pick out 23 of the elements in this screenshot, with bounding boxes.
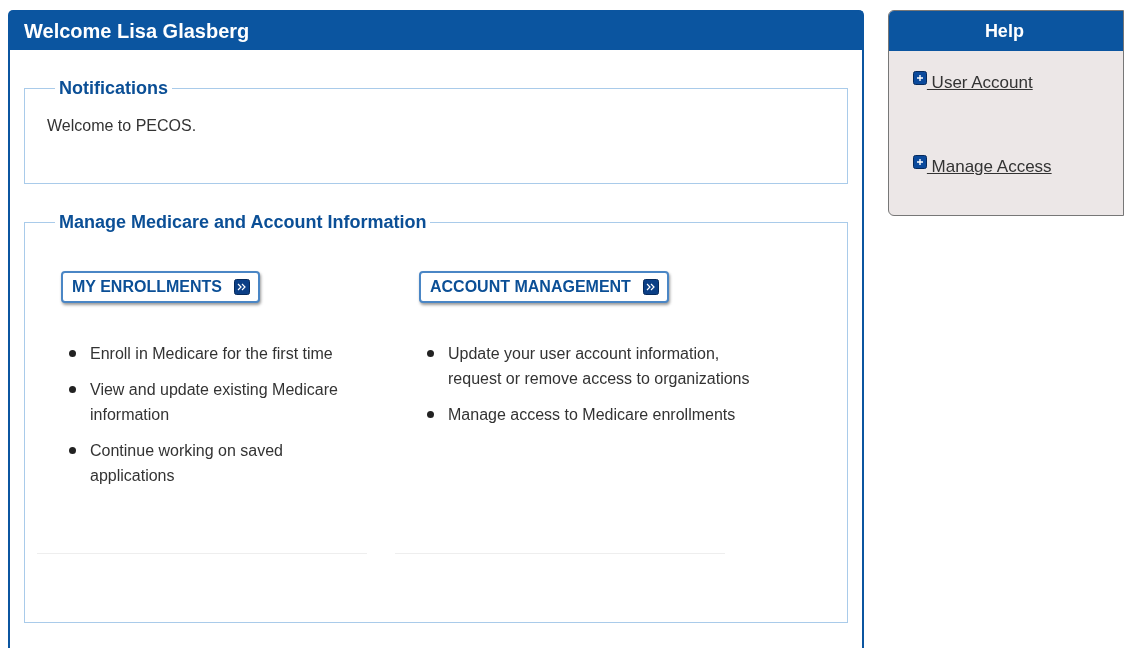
section-title: Notifications [59,78,168,98]
section-title: Manage Medicare and Account Information [59,212,427,232]
bullet-text: Enroll in Medicare for the first time [90,344,334,364]
double-chevron-icon [642,279,659,295]
section-button[interactable]: MY ENROLLMENTS [61,271,260,303]
bullet-text: Manage access to Medicare enrollments [448,405,737,425]
bullet-text: Continue working on saved applications [90,441,284,486]
panel-title: Help [888,11,1123,51]
bullet-icon [427,350,434,357]
notification-message: Welcome to PECOS. [47,117,198,135]
bullet-icon [69,350,76,357]
plus-icon [912,71,927,85]
plus-icon [912,155,927,169]
bullet-icon [69,386,76,393]
section-button[interactable]: ACCOUNT MANAGEMENT [419,271,669,303]
help-link[interactable]: User Account [926,73,1033,93]
bullet-text: View and update existing Medicare information [90,380,339,425]
help-link[interactable]: Manage Access [926,157,1052,177]
bullet-icon [69,447,76,454]
panel-title: Welcome Lisa Glasberg [10,12,862,50]
double-chevron-icon [233,279,250,295]
bullet-text: Update your user account information, request or remove access to organizations [448,344,751,389]
bullet-icon [427,411,434,418]
